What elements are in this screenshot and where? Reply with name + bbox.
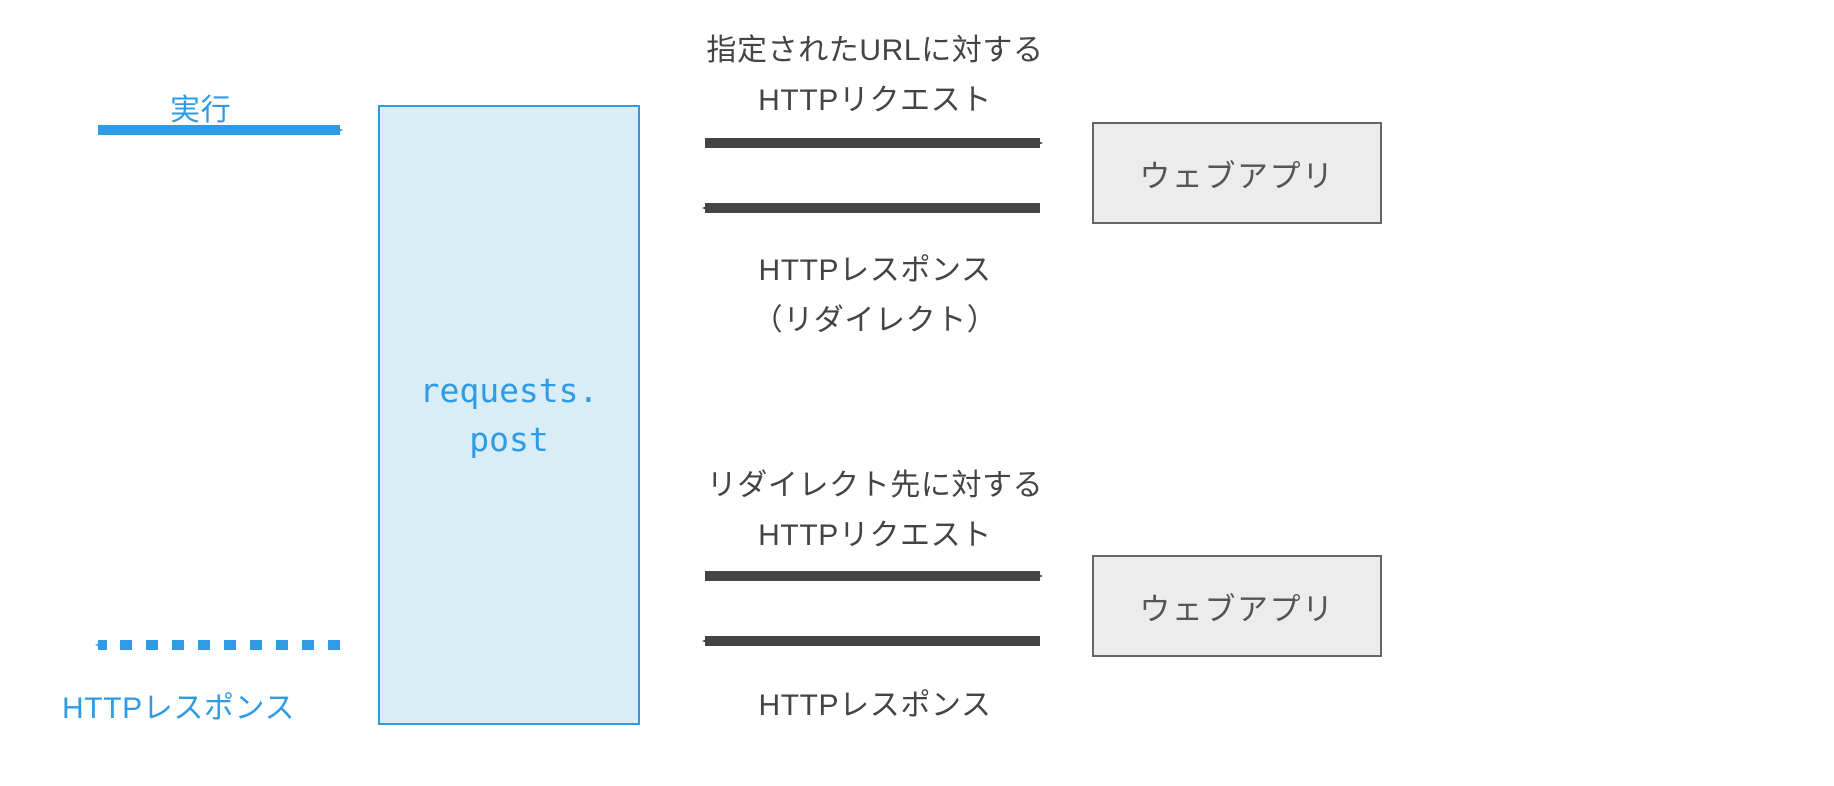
request1-label-line1: 指定されたURLに対する <box>705 25 1045 69</box>
request2-label-line2: HTTPリクエスト <box>705 510 1045 554</box>
response2-label-line1: HTTPレスポンス <box>705 680 1045 724</box>
execute-label: 実行 <box>170 85 231 129</box>
response1-label-line2: （リダイレクト） <box>705 295 1045 339</box>
diagram-container: requests. post ウェブアプリ ウェブアプリ 実行 HTTPレスポン… <box>0 0 1834 786</box>
requests-post-box: requests. post <box>378 105 640 725</box>
webapp-box-1: ウェブアプリ <box>1092 122 1382 224</box>
webapp-label-1: ウェブアプリ <box>1139 151 1334 196</box>
requests-label-line2: post <box>469 420 548 459</box>
left-response-label: HTTPレスポンス <box>62 683 295 727</box>
webapp-label-2: ウェブアプリ <box>1139 584 1334 629</box>
webapp-box-2: ウェブアプリ <box>1092 555 1382 657</box>
request1-label-line2: HTTPリクエスト <box>705 75 1045 119</box>
request2-label-line1: リダイレクト先に対する <box>705 460 1045 504</box>
response1-label-line1: HTTPレスポンス <box>705 245 1045 289</box>
requests-label-line1: requests. <box>420 371 599 410</box>
